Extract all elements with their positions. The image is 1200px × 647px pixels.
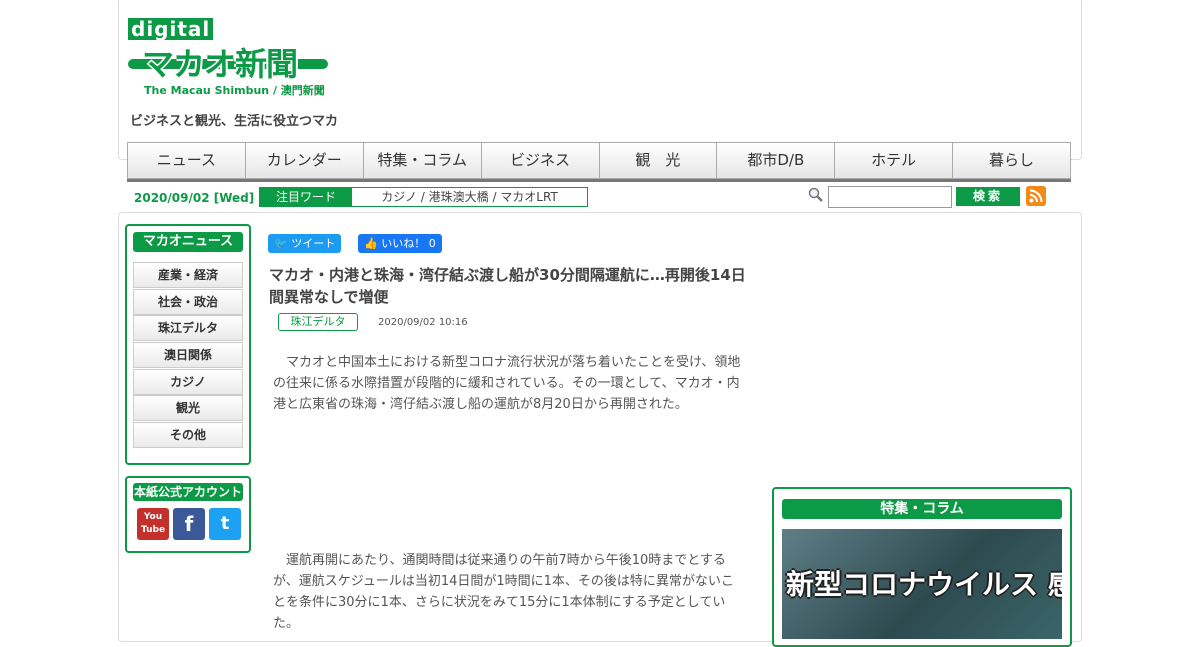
- article-category-tag[interactable]: 珠江デルタ: [278, 313, 358, 331]
- article-date: 2020/09/02 10:16: [378, 317, 468, 328]
- trending-links[interactable]: カジノ / 港珠澳大橋 / マカオLRT: [352, 188, 587, 206]
- feature-column-title: 特集・コラム: [782, 499, 1062, 519]
- category-tourism[interactable]: 観光: [133, 395, 243, 422]
- category-casino[interactable]: カジノ: [133, 368, 243, 395]
- site-logo[interactable]: digital マカオ新聞 The Macau Shimbun / 澳門新聞: [128, 18, 348, 100]
- category-macau-japan[interactable]: 澳日関係: [133, 342, 243, 369]
- category-industry[interactable]: 産業・経済: [133, 262, 243, 288]
- nav-item-city-db[interactable]: 都市D/B: [716, 142, 835, 179]
- rss-icon[interactable]: [1026, 186, 1046, 206]
- official-accounts-title: 本紙公式アカウント: [133, 483, 243, 501]
- official-accounts-box: 本紙公式アカウント You Tube f t: [125, 476, 251, 553]
- twitter-icon[interactable]: t: [209, 508, 241, 540]
- nav-item-business[interactable]: ビジネス: [480, 142, 599, 179]
- current-date: 2020/09/02 [Wed]: [134, 191, 255, 205]
- thumbs-up-icon: 👍: [364, 237, 378, 250]
- feature-banner-image[interactable]: 新型コロナウイルス 感染症: [782, 529, 1062, 639]
- nav-item-features[interactable]: 特集・コラム: [362, 142, 481, 179]
- article-title: マカオ・内港と珠海・湾仔結ぶ渡し船が30分間隔運航に…再開後14日間異常なしで増…: [269, 266, 746, 306]
- nav-item-hotel[interactable]: ホテル: [834, 142, 953, 179]
- facebook-icon[interactable]: f: [173, 508, 205, 540]
- main-nav: ニュース カレンダー 特集・コラム ビジネス 観 光 都市D/B ホテル 暮らし: [127, 142, 1071, 182]
- feature-column-box: 特集・コラム 新型コロナウイルス 感染症: [772, 487, 1072, 647]
- nav-item-news[interactable]: ニュース: [127, 142, 245, 179]
- search-icon: [808, 187, 823, 202]
- like-button[interactable]: 👍 いいね！ 0: [358, 234, 442, 253]
- logo-subtitle: The Macau Shimbun / 澳門新聞: [144, 84, 325, 97]
- category-pearl-delta[interactable]: 珠江デルタ: [133, 315, 243, 342]
- tweet-button[interactable]: 🐦 ツイート: [268, 234, 342, 253]
- site-tagline: ビジネスと観光、生活に役立つマカ: [130, 114, 339, 129]
- logo-name: マカオ新聞: [142, 45, 298, 83]
- nav-item-living[interactable]: 暮らし: [952, 142, 1071, 179]
- logo-digital: digital: [128, 18, 214, 40]
- trending-label: 注目ワード: [260, 188, 352, 206]
- news-category-title: マカオニュース: [133, 232, 243, 252]
- trending-words: 注目ワード カジノ / 港珠澳大橋 / マカオLRT: [259, 187, 588, 207]
- news-category-box: マカオニュース 産業・経済 社会・政治 珠江デルタ 澳日関係 カジノ 観光 その…: [125, 224, 251, 465]
- category-other[interactable]: その他: [133, 422, 243, 449]
- feature-banner-text: 新型コロナウイルス 感染症: [786, 568, 1062, 601]
- twitter-bird-icon: 🐦: [274, 237, 288, 250]
- article-paragraph: 運航再開にあたり、通関時間は従来通りの午前7時から午後10時までとするが、運航ス…: [273, 553, 734, 631]
- category-society[interactable]: 社会・政治: [133, 288, 243, 315]
- article-paragraph: マカオと中国本土における新型コロナ流行状況が落ち着いたことを受け、領地の往来に係…: [273, 355, 741, 412]
- nav-item-calendar[interactable]: カレンダー: [244, 142, 363, 179]
- search-button[interactable]: 検索: [956, 187, 1020, 206]
- nav-item-tourism[interactable]: 観 光: [598, 142, 717, 179]
- search-input[interactable]: [828, 186, 952, 208]
- youtube-icon[interactable]: You Tube: [137, 508, 169, 540]
